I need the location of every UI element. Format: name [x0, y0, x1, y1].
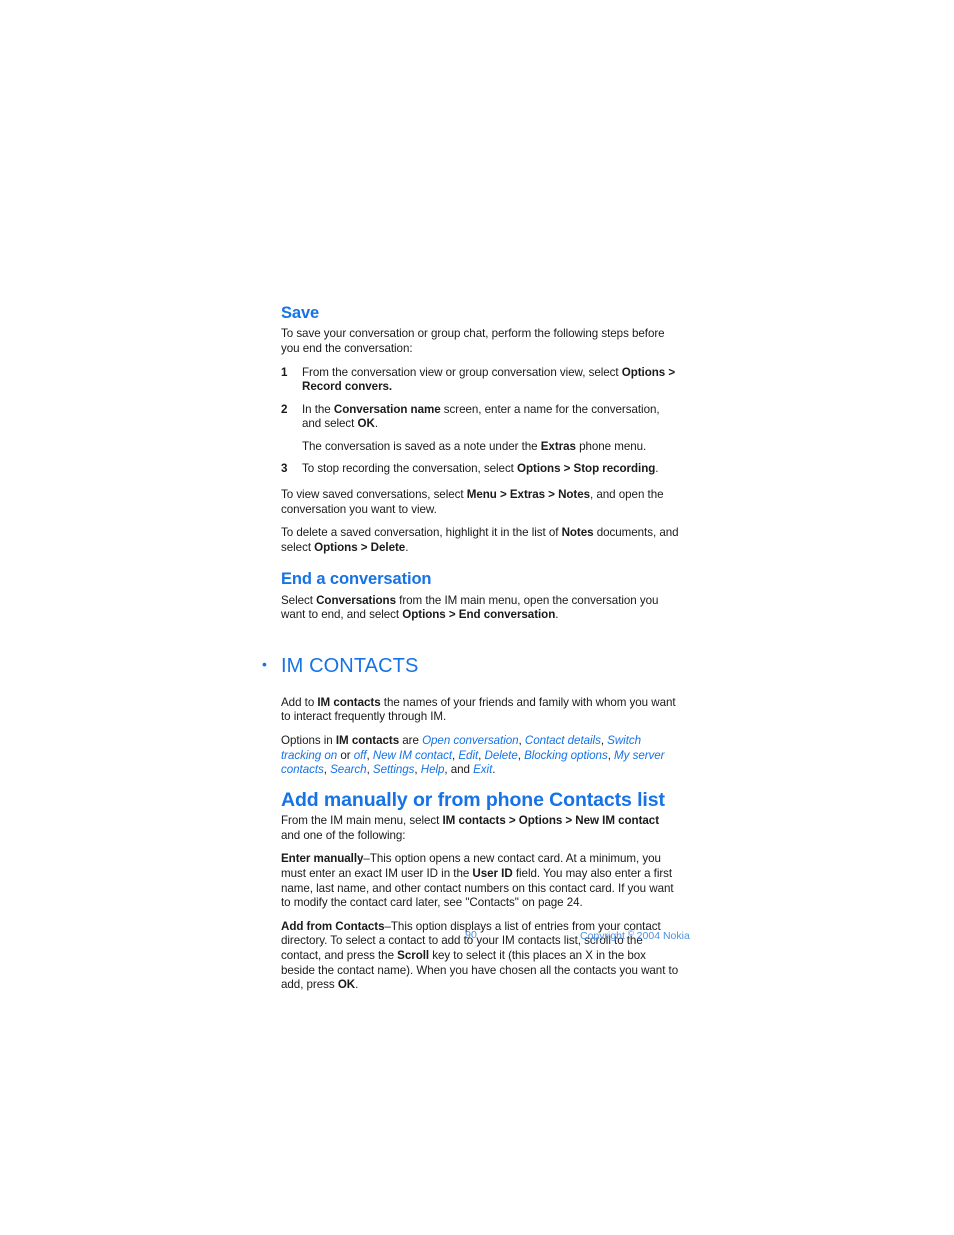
option-open-conversation: Open conversation [422, 733, 519, 747]
save-step-3: 3 To stop recording the conversation, sel… [281, 462, 680, 477]
text-part: From the IM main menu, select [281, 814, 443, 828]
step-text-part: . [374, 417, 378, 431]
save-intro-paragraph: To save your conversation or group chat,… [281, 327, 680, 356]
bold-part: OK [337, 978, 356, 992]
heading-save: Save [281, 304, 320, 322]
bold-part: Notes [561, 526, 594, 540]
copyright-notice: Copyright © 2004 Nokia [580, 929, 690, 942]
text-part: Add to [281, 695, 318, 709]
save-step-2: 2 In the Conversation name screen, enter … [281, 403, 680, 432]
note-text-part: The conversation is saved as a note unde… [302, 439, 541, 453]
bold-part: Conversations [316, 593, 396, 607]
bold-part: Options > End conversation [402, 608, 556, 622]
option-search: Search [330, 763, 367, 777]
step-number: 3 [281, 462, 288, 476]
text-part: Options in [281, 733, 336, 747]
step-bold-part: Options > Stop recording [517, 462, 656, 476]
step-text-part: To stop recording the conversation, sele… [302, 462, 518, 476]
add-manually-intro-paragraph: From the IM main menu, select IM contact… [281, 814, 680, 843]
step-text-part: From the conversation view or group conv… [302, 365, 622, 379]
option-off: off [353, 748, 367, 762]
save-steps-list-cont: 3 To stop recording the conversation, sel… [281, 462, 680, 477]
text-part: . [405, 540, 409, 554]
option-settings: Settings [372, 763, 415, 777]
im-contacts-intro-paragraph: Add to IM contacts the names of your fri… [281, 696, 680, 725]
step-text-part: In the [302, 402, 334, 416]
save-steps-list: 1 From the conversation view or group con… [281, 366, 680, 432]
page-content: Save To save your conversation or group … [262, 304, 680, 1002]
view-saved-paragraph: To view saved conversations, select Menu… [281, 488, 680, 517]
copyright-suffix: 2004 Nokia [633, 930, 690, 942]
option-help: Help [420, 763, 445, 777]
text-part: To delete a saved conversation, highligh… [281, 526, 562, 540]
heading-add-manually: Add manually or from phone Contacts list [281, 788, 665, 811]
option-edit: Edit [458, 748, 479, 762]
save-step-2-note: The conversation is saved as a note unde… [281, 440, 680, 455]
option-contact-details: Contact details [524, 733, 601, 747]
step-number: 2 [281, 402, 288, 416]
bullet-icon: • [262, 656, 267, 673]
text-part: . [355, 978, 359, 992]
enter-manually-paragraph: Enter manually–This option opens a new c… [281, 852, 680, 910]
note-bold-part: Extras [540, 439, 576, 453]
text-part: and one of the following: [281, 828, 406, 842]
option-exit: Exit [473, 763, 493, 777]
manual-page: Save To save your conversation or group … [0, 0, 954, 1235]
option-delete: Delete [484, 748, 518, 762]
bold-part: Options > Delete [314, 540, 406, 554]
bold-part: Menu > Extras > Notes [466, 488, 591, 502]
copyright-prefix: Copyright [580, 930, 628, 942]
note-text-part: phone menu. [575, 439, 647, 453]
text-part: , and [444, 763, 474, 777]
step-bold-part: OK [357, 417, 375, 431]
bold-part: User ID [472, 866, 513, 880]
text-part: . [555, 608, 559, 622]
text-part: or [337, 748, 354, 762]
bold-part: IM contacts [335, 733, 400, 747]
bold-part: IM contacts [317, 695, 381, 709]
save-intro-text: To save your conversation or group chat,… [281, 327, 665, 355]
text-part: are [399, 733, 423, 747]
text-part: To view saved conversations, select [281, 488, 467, 502]
step-bold-part: Conversation name [333, 402, 441, 416]
option-new-im-contact: New IM contact [372, 748, 453, 762]
delete-saved-paragraph: To delete a saved conversation, highligh… [281, 526, 680, 555]
text-part: Select [281, 593, 317, 607]
option-blocking-options: Blocking options [524, 748, 608, 762]
heading-im-contacts: IM CONTACTS [281, 655, 419, 678]
step-text-part: . [655, 462, 659, 476]
heading-end-a-conversation: End a conversation [281, 570, 432, 589]
end-conversation-paragraph: Select Conversations from the IM main me… [281, 594, 680, 623]
bold-part: IM contacts > Options > New IM contact [442, 814, 660, 828]
bold-part: Enter manually [281, 852, 364, 866]
bold-part: Scroll [397, 948, 430, 962]
text-part: . [492, 763, 496, 777]
im-contacts-options-paragraph: Options in IM contacts are Open conversa… [281, 733, 665, 777]
save-step-1: 1 From the conversation view or group con… [281, 366, 680, 395]
step-number: 1 [281, 365, 288, 379]
heading-im-contacts-row: • IM CONTACTS [262, 643, 680, 691]
